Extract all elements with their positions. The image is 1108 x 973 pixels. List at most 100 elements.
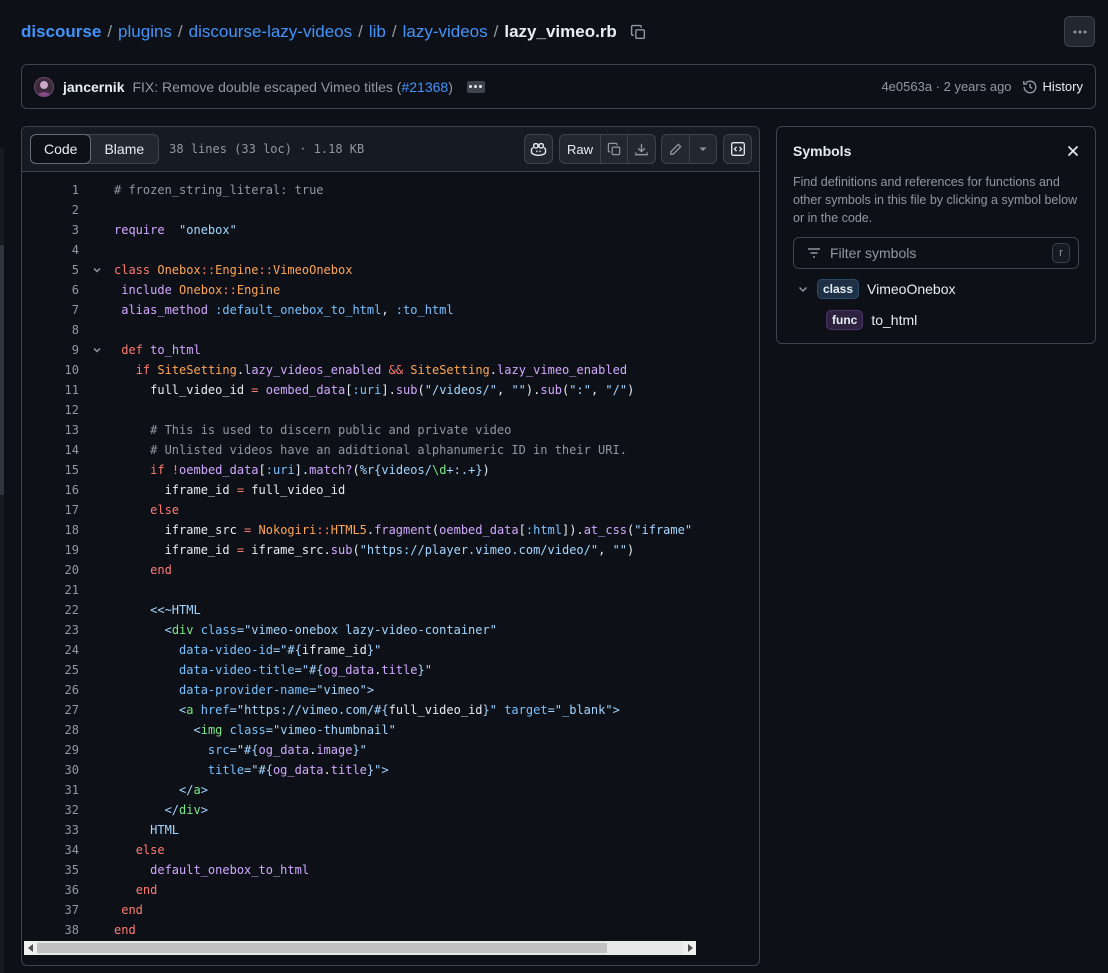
edit-options-dropdown[interactable] xyxy=(690,135,716,163)
breadcrumb-lazy-videos[interactable]: lazy-videos xyxy=(403,22,488,42)
code-line[interactable]: 25 data-video-title="#{og_data.title}" xyxy=(22,660,759,680)
commit-sha-and-time[interactable]: 4e0563a · 2 years ago xyxy=(881,79,1011,94)
line-number[interactable]: 18 xyxy=(22,523,79,537)
scroll-right-icon[interactable] xyxy=(683,941,696,955)
code-line[interactable]: 11 full_video_id = oembed_data[:uri].sub… xyxy=(22,380,759,400)
line-number[interactable]: 24 xyxy=(22,643,79,657)
code-line[interactable]: 10 if SiteSetting.lazy_videos_enabled &&… xyxy=(22,360,759,380)
code-line[interactable]: 13 # This is used to discern public and … xyxy=(22,420,759,440)
line-number[interactable]: 35 xyxy=(22,863,79,877)
line-number[interactable]: 17 xyxy=(22,503,79,517)
line-number[interactable]: 26 xyxy=(22,683,79,697)
line-number[interactable]: 16 xyxy=(22,483,79,497)
download-button[interactable] xyxy=(628,135,655,163)
code-line[interactable]: 6 include Onebox::Engine xyxy=(22,280,759,300)
code-line[interactable]: 19 iframe_id = iframe_src.sub("https://p… xyxy=(22,540,759,560)
tab-blame[interactable]: Blame xyxy=(90,135,158,163)
line-number[interactable]: 22 xyxy=(22,603,79,617)
code-line[interactable]: 2 xyxy=(22,200,759,220)
code-line[interactable]: 20 end xyxy=(22,560,759,580)
copilot-button[interactable] xyxy=(524,134,553,164)
code-line[interactable]: 1 # frozen_string_literal: true xyxy=(22,180,759,200)
line-number[interactable]: 3 xyxy=(22,223,79,237)
line-number[interactable]: 9 xyxy=(22,343,79,357)
line-number[interactable]: 29 xyxy=(22,743,79,757)
line-number[interactable]: 19 xyxy=(22,543,79,557)
line-number[interactable]: 33 xyxy=(22,823,79,837)
expand-commit-message-button[interactable] xyxy=(466,80,485,93)
copy-raw-button[interactable] xyxy=(601,135,628,163)
line-number[interactable]: 34 xyxy=(22,843,79,857)
fold-chevron-icon[interactable] xyxy=(79,264,114,276)
line-number[interactable]: 36 xyxy=(22,883,79,897)
line-number[interactable]: 10 xyxy=(22,363,79,377)
code-line[interactable]: 26 data-provider-name="vimeo"> xyxy=(22,680,759,700)
filter-symbols-input[interactable] xyxy=(830,245,1052,261)
symbols-panel-toggle[interactable] xyxy=(723,134,752,164)
code-line[interactable]: 34 else xyxy=(22,840,759,860)
raw-button[interactable]: Raw xyxy=(560,135,601,163)
code-line[interactable]: 37 end xyxy=(22,900,759,920)
code-line[interactable]: 28 <img class="vimeo-thumbnail" xyxy=(22,720,759,740)
code-line[interactable]: 22 <<~HTML xyxy=(22,600,759,620)
line-number[interactable]: 11 xyxy=(22,383,79,397)
code-line[interactable]: 33 HTML xyxy=(22,820,759,840)
line-number[interactable]: 20 xyxy=(22,563,79,577)
line-number[interactable]: 7 xyxy=(22,303,79,317)
code-line[interactable]: 27 <a href="https://vimeo.com/#{full_vid… xyxy=(22,700,759,720)
history-button[interactable]: History xyxy=(1022,79,1083,95)
line-number[interactable]: 28 xyxy=(22,723,79,737)
code-line[interactable]: 4 xyxy=(22,240,759,260)
code-line[interactable]: 17 else xyxy=(22,500,759,520)
code-line[interactable]: 14 # Unlisted videos have an adidtional … xyxy=(22,440,759,460)
line-number[interactable]: 15 xyxy=(22,463,79,477)
breadcrumb-discourse-lazy-videos[interactable]: discourse-lazy-videos xyxy=(189,22,352,42)
code-line[interactable]: 32 </div> xyxy=(22,800,759,820)
line-number[interactable]: 31 xyxy=(22,783,79,797)
commit-author[interactable]: jancernik xyxy=(63,79,124,95)
code-line[interactable]: 15 if !oembed_data[:uri].match?(%r{video… xyxy=(22,460,759,480)
line-number[interactable]: 23 xyxy=(22,623,79,637)
code-line[interactable]: 21 xyxy=(22,580,759,600)
code-line[interactable]: 35 default_onebox_to_html xyxy=(22,860,759,880)
line-number[interactable]: 1 xyxy=(22,183,79,197)
line-number[interactable]: 8 xyxy=(22,323,79,337)
code-line[interactable]: 5 class Onebox::Engine::VimeoOnebox xyxy=(22,260,759,280)
code-line[interactable]: 23 <div class="vimeo-onebox lazy-video-c… xyxy=(22,620,759,640)
close-icon[interactable] xyxy=(1065,143,1081,159)
symbol-item-class[interactable]: class VimeoOnebox xyxy=(793,275,1079,303)
code-line[interactable]: 36 end xyxy=(22,880,759,900)
left-panel-scrollbar[interactable] xyxy=(0,245,4,495)
scroll-left-icon[interactable] xyxy=(24,941,37,955)
scrollbar-thumb[interactable] xyxy=(37,943,607,953)
line-number[interactable]: 13 xyxy=(22,423,79,437)
code-line[interactable]: 38 end xyxy=(22,920,759,940)
line-number[interactable]: 38 xyxy=(22,923,79,937)
line-number[interactable]: 37 xyxy=(22,903,79,917)
line-number[interactable]: 14 xyxy=(22,443,79,457)
code-line[interactable]: 3 require "onebox" xyxy=(22,220,759,240)
code-line[interactable]: 18 iframe_src = Nokogiri::HTML5.fragment… xyxy=(22,520,759,540)
code-line[interactable]: 7 alias_method :default_onebox_to_html, … xyxy=(22,300,759,320)
code-line[interactable]: 9 def to_html xyxy=(22,340,759,360)
more-options-button[interactable] xyxy=(1064,16,1095,47)
code-line[interactable]: 16 iframe_id = full_video_id xyxy=(22,480,759,500)
line-number[interactable]: 27 xyxy=(22,703,79,717)
breadcrumb-repo[interactable]: discourse xyxy=(21,22,101,42)
line-number[interactable]: 25 xyxy=(22,663,79,677)
copy-path-icon[interactable] xyxy=(629,22,649,42)
avatar[interactable] xyxy=(34,76,54,97)
code-line[interactable]: 12 xyxy=(22,400,759,420)
line-number[interactable]: 12 xyxy=(22,403,79,417)
code-content[interactable]: 1 # frozen_string_literal: true 2 3 require … xyxy=(22,172,759,965)
symbol-item-func[interactable]: func to_html xyxy=(793,306,1079,334)
line-number[interactable]: 5 xyxy=(22,263,79,277)
commit-message[interactable]: FIX: Remove double escaped Vimeo titles … xyxy=(132,79,452,95)
line-number[interactable]: 4 xyxy=(22,243,79,257)
line-number[interactable]: 2 xyxy=(22,203,79,217)
line-number[interactable]: 32 xyxy=(22,803,79,817)
tab-code[interactable]: Code xyxy=(30,134,92,164)
horizontal-scrollbar[interactable] xyxy=(24,941,696,955)
breadcrumb-lib[interactable]: lib xyxy=(369,22,386,42)
code-line[interactable]: 31 </a> xyxy=(22,780,759,800)
